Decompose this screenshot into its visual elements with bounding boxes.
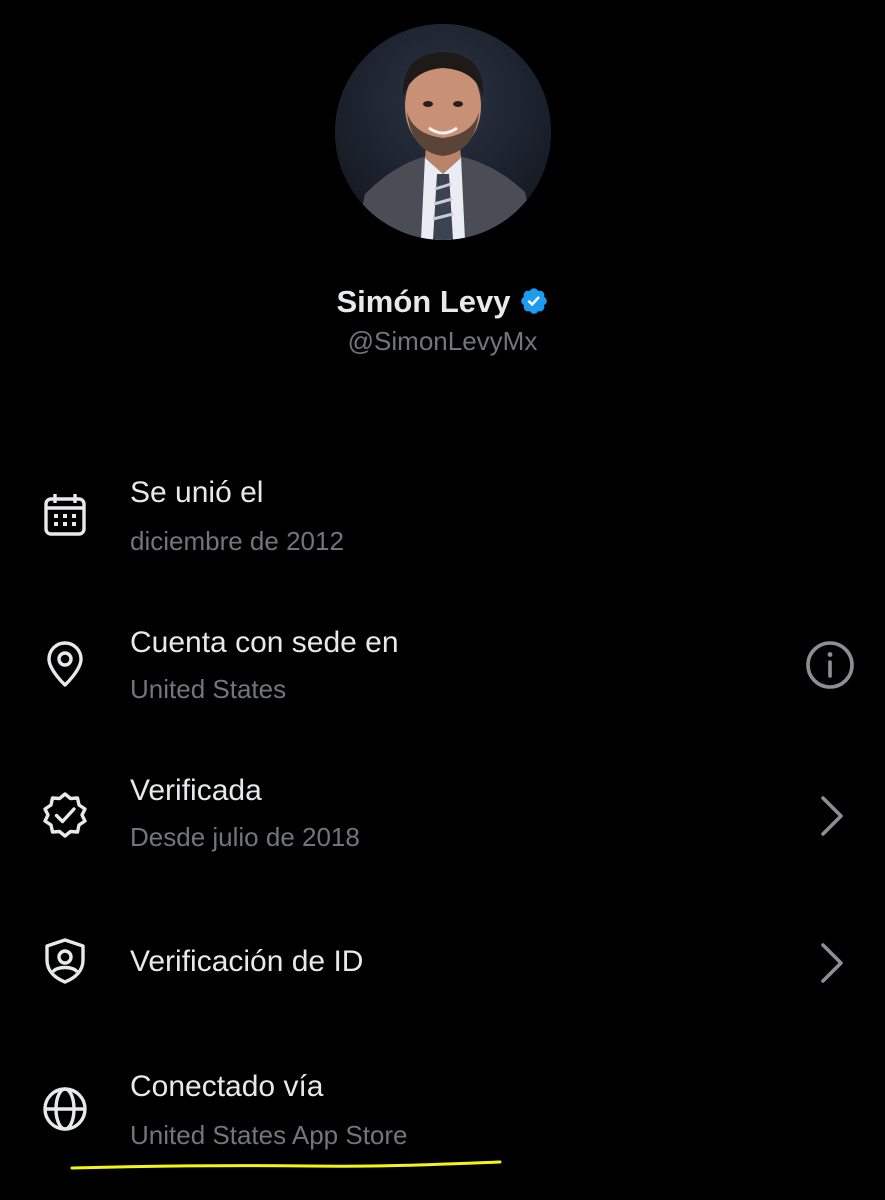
row-id-verification[interactable]: Verificación de ID [0, 920, 885, 1010]
account-location-value: United States [130, 674, 287, 704]
location-pin-icon [40, 640, 90, 690]
profile-name-row: Simón Levy [0, 280, 885, 324]
id-shield-icon [40, 936, 90, 986]
verified-seal-icon [40, 790, 90, 840]
row-verified[interactable]: Verificada Desde julio de 2018 [0, 768, 885, 868]
chevron-right-icon[interactable] [808, 937, 860, 989]
info-icon[interactable] [804, 639, 856, 691]
profile-name: Simón Levy [336, 284, 511, 319]
profile-avatar[interactable] [335, 24, 551, 240]
profile-handle: @SimonLevyMx [347, 326, 538, 356]
calendar-icon [40, 490, 90, 540]
id-verification-title: Verificación de ID [130, 945, 364, 978]
verified-since: Desde julio de 2018 [130, 822, 360, 852]
row-connected-via: Conectado vía United States App Store [0, 1064, 885, 1164]
chevron-right-icon[interactable] [808, 790, 860, 842]
verified-checkmark-icon [519, 284, 549, 314]
connected-via-title: Conectado vía [130, 1070, 324, 1103]
connected-via-value: United States App Store [130, 1120, 408, 1150]
account-location-title: Cuenta con sede en [130, 626, 399, 659]
avatar-photo [335, 24, 551, 240]
joined-title: Se unió el [130, 476, 264, 509]
row-account-location: Cuenta con sede en United States [0, 620, 885, 720]
verified-title: Verificada [130, 774, 262, 807]
highlight-underline [70, 1160, 502, 1170]
row-joined: Se unió el diciembre de 2012 [0, 470, 885, 570]
joined-date: diciembre de 2012 [130, 526, 344, 556]
globe-icon [40, 1084, 90, 1134]
